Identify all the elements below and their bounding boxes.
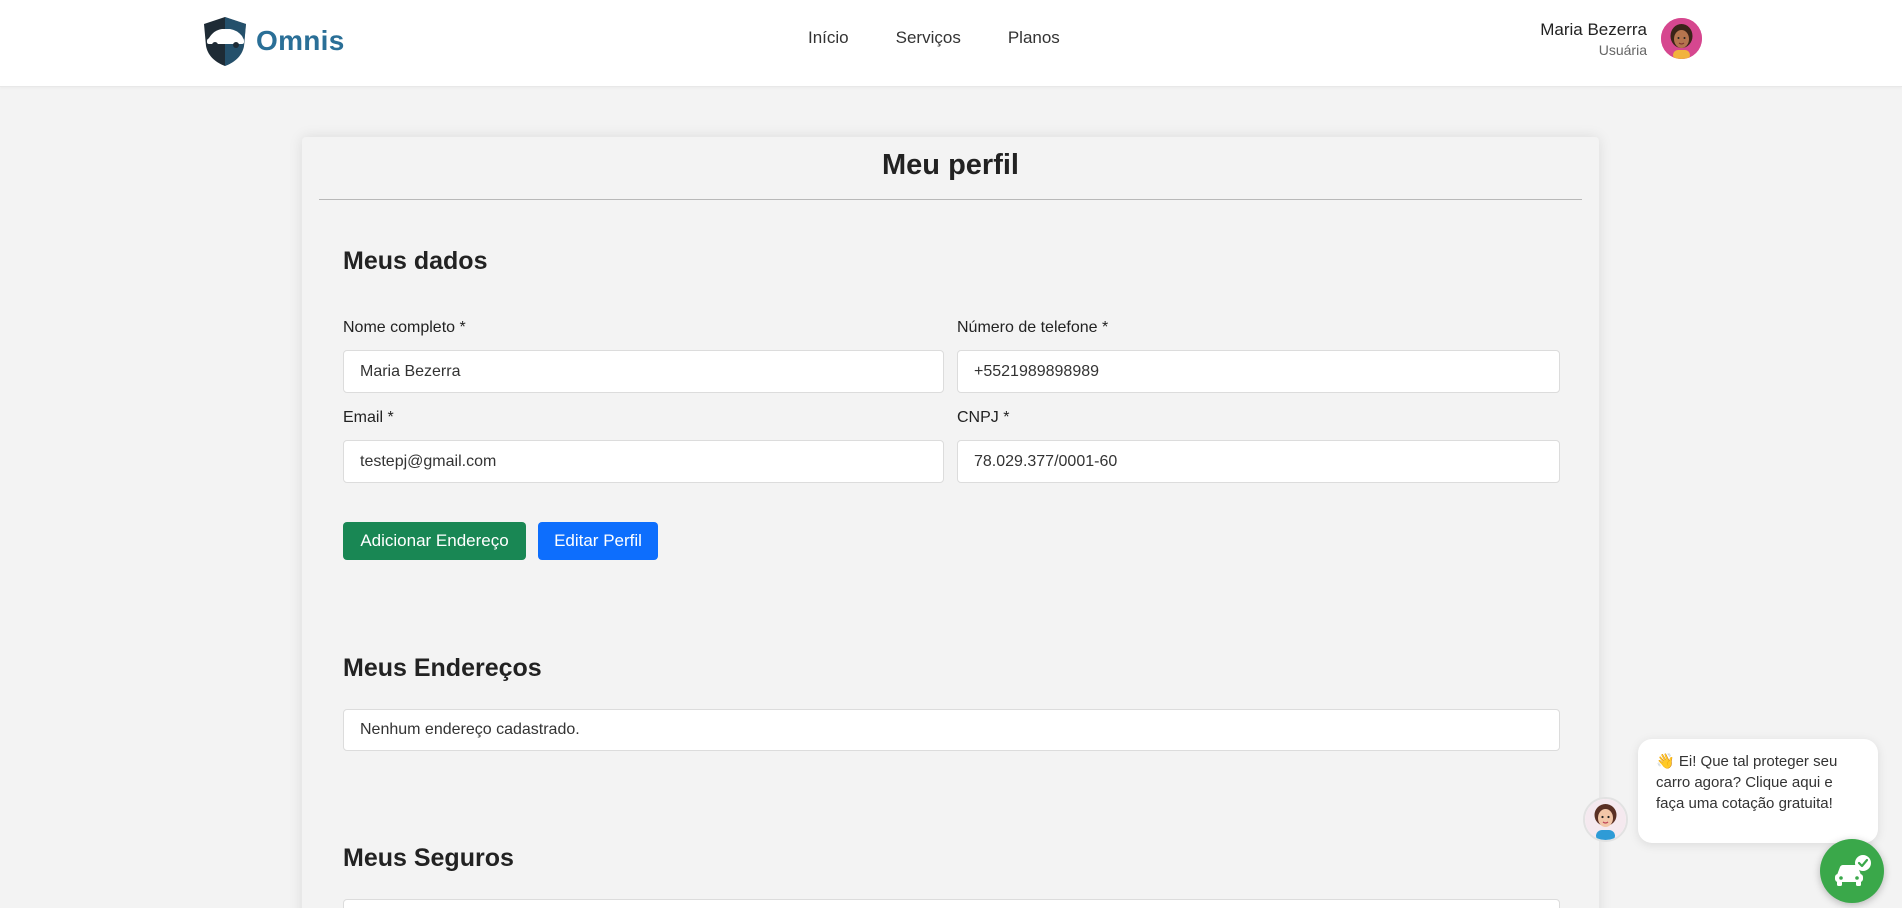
- wave-icon: 👋: [1656, 753, 1675, 770]
- section-title-meus-seguros: Meus Seguros: [343, 844, 514, 872]
- user-name: Maria Bezerra: [1540, 19, 1647, 39]
- section-title-meus-dados: Meus dados: [343, 247, 488, 275]
- addresses-empty-message: Nenhum endereço cadastrado.: [343, 709, 1560, 751]
- cnpj-field[interactable]: [957, 440, 1560, 483]
- assistant-avatar-icon: [1585, 799, 1626, 840]
- edit-profile-button[interactable]: Editar Perfil: [538, 522, 658, 560]
- insurances-box: [343, 899, 1560, 908]
- user-avatar-icon: [1661, 18, 1702, 59]
- cnpj-label: CNPJ *: [957, 409, 1010, 426]
- name-field[interactable]: [343, 350, 944, 393]
- nav-link-servicos[interactable]: Serviços: [896, 28, 961, 48]
- assistant-avatar[interactable]: [1583, 797, 1628, 842]
- avatar[interactable]: [1661, 18, 1702, 59]
- nav-link-inicio[interactable]: Início: [808, 28, 849, 48]
- chat-launcher-button[interactable]: [1820, 839, 1884, 903]
- brand-name: Omnis: [256, 25, 345, 56]
- user-menu[interactable]: Maria Bezerra Usuária: [1540, 18, 1702, 59]
- main-nav: Início Serviços Planos: [808, 28, 1060, 48]
- phone-label: Número de telefone *: [957, 319, 1109, 336]
- phone-field[interactable]: [957, 350, 1560, 393]
- shield-car-logo-icon: [204, 17, 246, 66]
- profile-card: Meu perfil Meus dados Nome completo * Nú…: [302, 137, 1599, 908]
- top-navbar: Omnis Início Serviços Planos Maria Bezer…: [0, 0, 1902, 87]
- chat-promo-bubble[interactable]: 👋 Ei! Que tal proteger seu carro agora? …: [1638, 739, 1878, 843]
- car-check-icon: [1835, 855, 1871, 886]
- user-info: Maria Bezerra Usuária: [1540, 19, 1647, 59]
- page-title: Meu perfil: [882, 149, 1019, 181]
- nav-link-planos[interactable]: Planos: [1008, 28, 1060, 48]
- brand-logo[interactable]: Omnis: [200, 14, 345, 68]
- email-field[interactable]: [343, 440, 944, 483]
- chat-promo-text: Ei! Que tal proteger seu carro agora? Cl…: [1656, 753, 1838, 812]
- email-label: Email *: [343, 409, 394, 426]
- title-divider: [319, 199, 1582, 200]
- user-role: Usuária: [1598, 41, 1647, 58]
- name-label: Nome completo *: [343, 319, 466, 336]
- section-title-meus-enderecos: Meus Endereços: [343, 654, 542, 682]
- add-address-button[interactable]: Adicionar Endereço: [343, 522, 526, 560]
